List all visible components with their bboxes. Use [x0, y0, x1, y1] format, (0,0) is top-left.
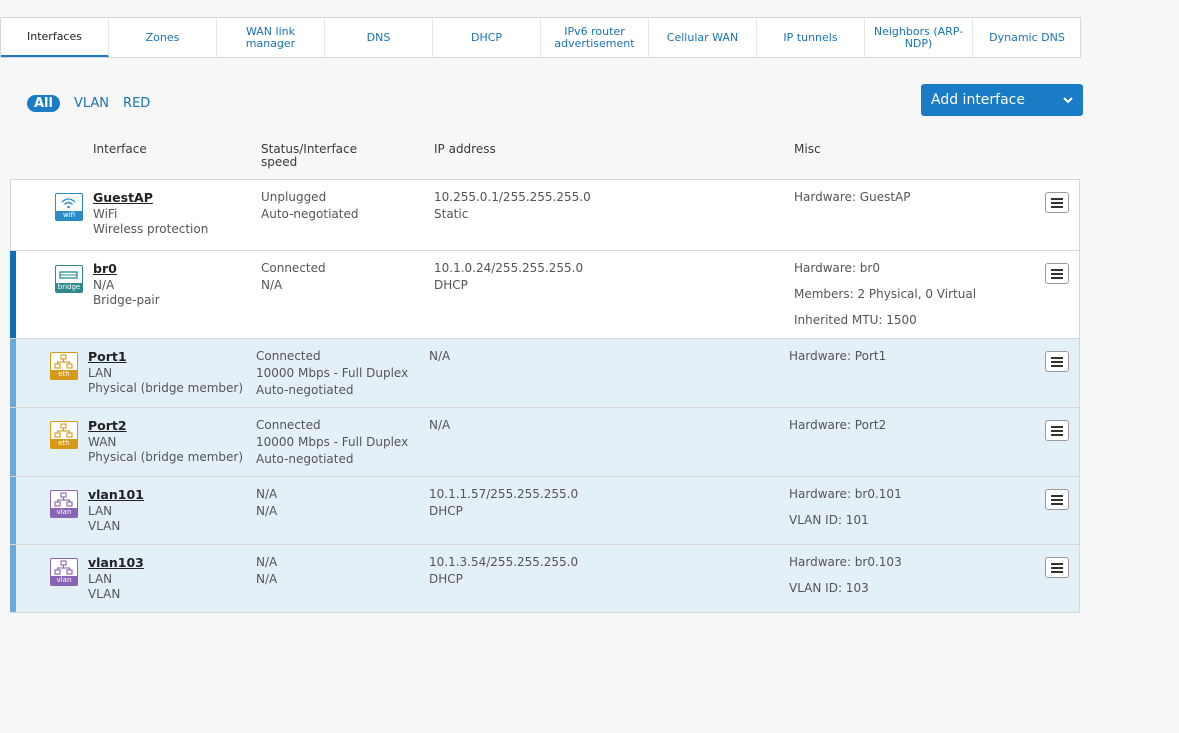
add-interface-label: Add interface: [931, 92, 1025, 108]
ethernet-icon: eth: [50, 421, 78, 449]
vlan-icon: vlan: [50, 558, 78, 586]
status-text: Unplugged: [261, 190, 327, 204]
icon-type-label: vlan: [51, 576, 77, 585]
row-menu-button[interactable]: [1045, 192, 1069, 213]
misc-hardware: Hardware: GuestAP: [794, 190, 911, 204]
row-menu-button[interactable]: [1045, 489, 1069, 510]
misc-hardware: Hardware: Port2: [789, 418, 887, 432]
filter-vlan[interactable]: VLAN: [74, 96, 109, 111]
filter-bar: All VLAN RED: [27, 95, 150, 112]
table-row: vlan vlan101 LAN VLAN N/A N/A 10.1.1.57/…: [10, 477, 1079, 545]
table-row: eth Port2 WAN Physical (bridge member) C…: [10, 408, 1079, 477]
table-row: vlan vlan103 LAN VLAN N/A N/A 10.1.3.54/…: [10, 545, 1079, 612]
status-text: N/A: [256, 487, 278, 501]
interface-name-link[interactable]: Port1: [88, 348, 243, 365]
misc-members: Members: 2 Physical, 0 Virtual: [794, 287, 977, 301]
ip-address: N/A: [429, 418, 451, 432]
negotiation-text: Auto-negotiated: [256, 452, 354, 466]
tab-dynamic-dns[interactable]: Dynamic DNS: [973, 18, 1081, 57]
misc-vlan-id: VLAN ID: 103: [789, 581, 869, 595]
row-menu-button[interactable]: [1045, 263, 1069, 284]
row-menu-button[interactable]: [1045, 351, 1069, 372]
tab-ip-tunnels[interactable]: IP tunnels: [757, 18, 865, 57]
ip-assignment: DHCP: [434, 278, 468, 292]
misc-hardware: Hardware: br0.103: [789, 555, 902, 569]
ip-address: 10.1.0.24/255.255.255.0: [434, 261, 584, 275]
speed-text: N/A: [256, 504, 278, 518]
tab-dhcp[interactable]: DHCP: [433, 18, 541, 57]
status-text: Connected: [261, 261, 326, 275]
status-text: Connected: [256, 418, 321, 432]
tab-wan-link-manager[interactable]: WAN link manager: [217, 18, 325, 57]
row-menu-button[interactable]: [1045, 557, 1069, 578]
icon-type-label: vlan: [51, 508, 77, 517]
ip-address: 10.255.0.1/255.255.255.0: [434, 190, 591, 204]
column-header-interface: Interface: [93, 142, 147, 156]
filter-red[interactable]: RED: [123, 96, 150, 111]
speed-text: 10000 Mbps - Full Duplex: [256, 435, 409, 449]
tab-interfaces[interactable]: Interfaces: [1, 18, 109, 57]
tab-zones[interactable]: Zones: [109, 18, 217, 57]
misc-hardware: Hardware: br0: [794, 261, 880, 275]
chevron-down-icon: [1063, 97, 1073, 104]
tab-cellular-wan[interactable]: Cellular WAN: [649, 18, 757, 57]
speed-text: N/A: [256, 572, 278, 586]
add-interface-button[interactable]: Add interface: [921, 84, 1083, 116]
interface-name-link[interactable]: GuestAP: [93, 189, 208, 206]
ip-address: 10.1.3.54/255.255.255.0: [429, 555, 579, 569]
table-row: wifi GuestAP WiFi Wireless protection Un…: [11, 180, 1079, 251]
ip-address: N/A: [429, 349, 451, 363]
ethernet-icon: eth: [50, 352, 78, 380]
tab-ipv6-router-advertisement[interactable]: IPv6 router advertisement: [541, 18, 649, 57]
icon-type-label: bridge: [56, 283, 82, 292]
negotiation-text: Auto-negotiated: [256, 383, 354, 397]
filter-all[interactable]: All: [27, 95, 60, 112]
interface-type: Wireless protection: [93, 222, 209, 236]
interface-type: VLAN: [88, 519, 121, 533]
bridge-icon: bridge: [55, 265, 83, 293]
interface-type: VLAN: [88, 587, 121, 601]
ip-assignment: DHCP: [429, 504, 463, 518]
icon-type-label: eth: [51, 439, 77, 448]
ip-assignment: Static: [434, 207, 469, 221]
tab-bar: Interfaces Zones WAN link manager DNS DH…: [0, 17, 1081, 58]
interface-type: Physical (bridge member): [88, 450, 244, 464]
interface-name-link[interactable]: vlan101: [88, 486, 144, 503]
interfaces-table: wifi GuestAP WiFi Wireless protection Un…: [10, 179, 1080, 613]
interface-type: Physical (bridge member): [88, 381, 244, 395]
speed-text: N/A: [261, 278, 283, 292]
vlan-icon: vlan: [50, 490, 78, 518]
misc-mtu: Inherited MTU: 1500: [794, 313, 917, 327]
misc-hardware: Hardware: Port1: [789, 349, 887, 363]
interface-name-link[interactable]: vlan103: [88, 554, 144, 571]
ip-address: 10.1.1.57/255.255.255.0: [429, 487, 579, 501]
icon-type-label: eth: [51, 370, 77, 379]
column-header-misc: Misc: [794, 142, 821, 156]
status-text: N/A: [256, 555, 278, 569]
column-header-status: Status/Interface speed: [261, 142, 358, 169]
tab-dns[interactable]: DNS: [325, 18, 433, 57]
tab-neighbors[interactable]: Neighbors (ARP-NDP): [865, 18, 973, 57]
interface-name-link[interactable]: Port2: [88, 417, 243, 434]
row-menu-button[interactable]: [1045, 420, 1069, 441]
interface-name-link[interactable]: br0: [93, 260, 160, 277]
icon-type-label: wifi: [56, 211, 82, 220]
wifi-icon: wifi: [55, 193, 83, 221]
table-row: eth Port1 LAN Physical (bridge member) C…: [10, 339, 1079, 408]
speed-text: Auto-negotiated: [261, 207, 359, 221]
table-row: bridge br0 N/A Bridge-pair Connected N/A…: [10, 251, 1079, 339]
status-text: Connected: [256, 349, 321, 363]
misc-vlan-id: VLAN ID: 101: [789, 513, 869, 527]
speed-text: 10000 Mbps - Full Duplex: [256, 366, 409, 380]
ip-assignment: DHCP: [429, 572, 463, 586]
interface-type: Bridge-pair: [93, 293, 160, 307]
column-header-ip: IP address: [434, 142, 496, 156]
misc-hardware: Hardware: br0.101: [789, 487, 902, 501]
